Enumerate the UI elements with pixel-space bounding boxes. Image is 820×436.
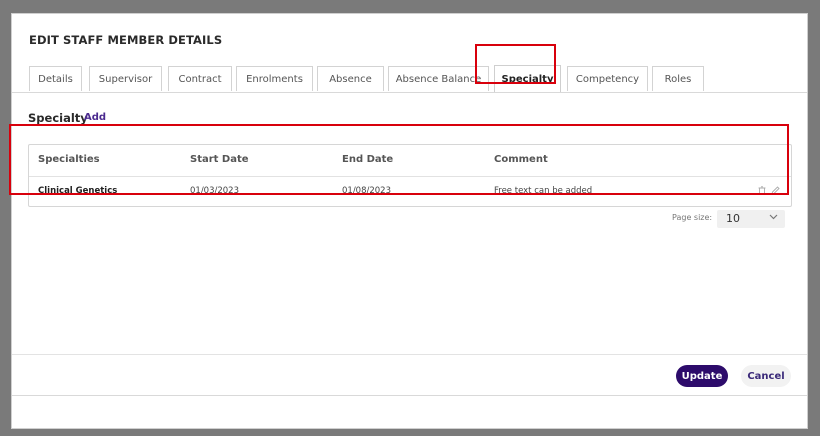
edit-staff-modal: EDIT STAFF MEMBER DETAILS Details Superv…: [12, 14, 807, 428]
specialty-tab-highlight: [475, 44, 556, 84]
tab-absence[interactable]: Absence: [317, 66, 384, 91]
update-button[interactable]: Update: [676, 365, 728, 387]
specialty-table-highlight: [9, 124, 789, 195]
tab-absence-balance[interactable]: Absence Balance: [388, 66, 489, 91]
cancel-button[interactable]: Cancel: [741, 365, 791, 387]
modal-title: EDIT STAFF MEMBER DETAILS: [29, 33, 223, 47]
tab-roles[interactable]: Roles: [652, 66, 704, 91]
tab-contract[interactable]: Contract: [168, 66, 232, 91]
page-size-value: 10: [726, 212, 740, 225]
tab-competency[interactable]: Competency: [567, 66, 648, 91]
section-title: Specialty: [28, 111, 88, 125]
tab-enrolments[interactable]: Enrolments: [236, 66, 313, 91]
tab-supervisor[interactable]: Supervisor: [89, 66, 162, 91]
tab-bar: Details Supervisor Contract Enrolments A…: [12, 64, 807, 93]
modal-bottom-divider: [12, 395, 807, 396]
tab-details[interactable]: Details: [29, 66, 82, 91]
footer-divider: [12, 354, 807, 355]
page-size-select[interactable]: 10: [717, 210, 785, 228]
chevron-down-icon: [768, 211, 779, 225]
page-size-label: Page size:: [672, 213, 713, 222]
add-specialty-link[interactable]: Add: [84, 112, 106, 123]
